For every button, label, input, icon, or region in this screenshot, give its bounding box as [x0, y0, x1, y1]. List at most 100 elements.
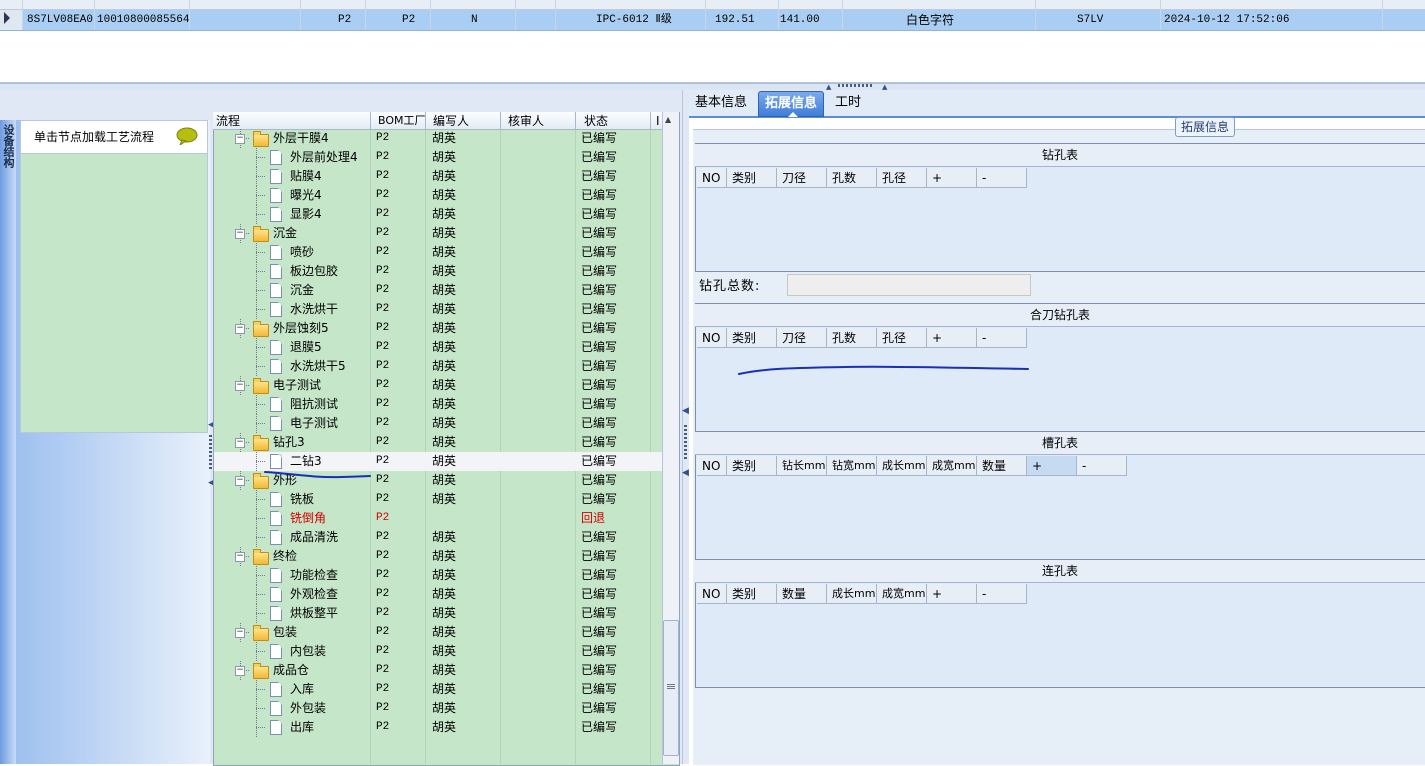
table-column-header[interactable]: -: [977, 328, 1027, 348]
tree-row[interactable]: 功能检查 P2 胡英 已编写: [214, 566, 662, 585]
tree-row[interactable]: 水洗烘干 P2 胡英 已编写: [214, 300, 662, 319]
table-column-header[interactable]: NO: [697, 168, 727, 188]
table-column-header[interactable]: 类别: [727, 456, 777, 476]
table-column-header[interactable]: 类别: [727, 584, 777, 604]
collapse-right-arrow-icon-2[interactable]: ◀: [682, 468, 689, 478]
collapse-minus-icon[interactable]: −: [235, 438, 245, 448]
column-header-bom-plant[interactable]: BOM工厂: [378, 113, 426, 129]
table-column-header[interactable]: 孔径: [877, 168, 927, 188]
table-column-header[interactable]: 成宽mm: [877, 584, 927, 604]
header-divider[interactable]: [650, 112, 651, 130]
tree-row[interactable]: 烘板整平 P2 胡英 已编写: [214, 604, 662, 623]
grid-cell-standard[interactable]: IPC-6012 Ⅱ级: [596, 10, 672, 30]
scrollbar-grip-icon[interactable]: [667, 684, 675, 690]
table-column-header[interactable]: -: [977, 584, 1027, 604]
tree-row[interactable]: 显影4 P2 胡英 已编写: [214, 205, 662, 224]
tree-row[interactable]: − 终检 P2 胡英 已编写: [214, 547, 662, 566]
vertical-tab-label[interactable]: 设备结构: [0, 124, 16, 168]
table-column-header[interactable]: -: [1077, 456, 1127, 476]
table-column-header[interactable]: 类别: [727, 168, 777, 188]
header-divider[interactable]: [575, 112, 576, 130]
column-header-status[interactable]: 状态: [584, 113, 608, 129]
grid-cell-width[interactable]: 192.51: [715, 10, 755, 30]
grid-cell-code[interactable]: 8S7LV08EA0: [27, 10, 93, 30]
table-column-header[interactable]: +: [927, 584, 977, 604]
tree-row[interactable]: 板边包胶 P2 胡英 已编写: [214, 262, 662, 281]
table-column-header[interactable]: 孔数: [827, 168, 877, 188]
table-column-header[interactable]: 数量: [777, 584, 827, 604]
table-column-header[interactable]: 孔数: [827, 328, 877, 348]
column-header-process[interactable]: 流程: [216, 113, 240, 129]
collapse-right-arrow-icon[interactable]: ◀: [682, 406, 689, 416]
grid-cell-plant[interactable]: P2: [338, 10, 351, 30]
node-area[interactable]: [20, 153, 208, 433]
tree-row[interactable]: − 沉金 P2 胡英 已编写: [214, 224, 662, 243]
collapse-minus-icon[interactable]: −: [235, 552, 245, 562]
table-column-header[interactable]: -: [977, 168, 1027, 188]
table-column-header[interactable]: +: [1027, 456, 1077, 476]
left-splitter-grip-icon[interactable]: [209, 435, 212, 471]
table-column-header[interactable]: 类别: [727, 328, 777, 348]
header-divider[interactable]: [370, 112, 371, 130]
table-column-header[interactable]: +: [927, 328, 977, 348]
tree-row[interactable]: − 外层蚀刻5 P2 胡英 已编写: [214, 319, 662, 338]
vertical-tab[interactable]: [0, 120, 16, 764]
tab-work-hours[interactable]: 工时: [829, 91, 867, 115]
header-divider[interactable]: [425, 112, 426, 130]
table-column-header[interactable]: 孔径: [877, 328, 927, 348]
tree-row[interactable]: 成品清洗 P2 胡英 已编写: [214, 528, 662, 547]
grid-cell-datetime[interactable]: 2024-10-12 17:52:06: [1164, 10, 1289, 30]
tree-row[interactable]: 阻抗测试 P2 胡英 已编写: [214, 395, 662, 414]
tree-row[interactable]: 贴膜4 P2 胡英 已编写: [214, 167, 662, 186]
table-column-header[interactable]: 钻宽mm: [827, 456, 877, 476]
header-divider[interactable]: [500, 112, 501, 130]
collapse-minus-icon[interactable]: −: [235, 229, 245, 239]
tree-row[interactable]: 铣板 P2 胡英 已编写: [214, 490, 662, 509]
table-column-header[interactable]: 成长mm: [827, 584, 877, 604]
tree-row[interactable]: 外包装 P2 胡英 已编写: [214, 699, 662, 718]
tree-row[interactable]: 入库 P2 胡英 已编写: [214, 680, 662, 699]
grid-cell-silkscreen[interactable]: 白色字符: [906, 10, 954, 30]
collapse-minus-icon[interactable]: −: [235, 134, 245, 144]
collapse-minus-icon[interactable]: −: [235, 381, 245, 391]
tree-row[interactable]: 出库 P2 胡英 已编写: [214, 718, 662, 737]
tree-row[interactable]: − 外层干膜4 P2 胡英 已编写: [214, 129, 662, 148]
tree-row[interactable]: 退膜5 P2 胡英 已编写: [214, 338, 662, 357]
tree-row[interactable]: 铣倒角 P2 回退: [214, 509, 662, 528]
tree-row[interactable]: 电子测试 P2 胡英 已编写: [214, 414, 662, 433]
tree-row[interactable]: − 包装 P2 胡英 已编写: [214, 623, 662, 642]
collapse-minus-icon[interactable]: −: [235, 324, 245, 334]
collapse-minus-icon[interactable]: −: [235, 628, 245, 638]
grid-cell-length[interactable]: 141.00: [780, 10, 820, 30]
tree-row[interactable]: 外观检查 P2 胡英 已编写: [214, 585, 662, 604]
tree-row[interactable]: − 电子测试 P2 胡英 已编写: [214, 376, 662, 395]
tree-row[interactable]: − 成品仓 P2 胡英 已编写: [214, 661, 662, 680]
table-column-header[interactable]: NO: [697, 328, 727, 348]
column-header-more[interactable]: I: [656, 113, 660, 129]
table-column-header[interactable]: 钻长mm: [777, 456, 827, 476]
grid-cell-number[interactable]: 10010800085564: [97, 10, 189, 30]
tree-row[interactable]: 内包装 P2 胡英 已编写: [214, 642, 662, 661]
table-column-header[interactable]: 成长mm: [877, 456, 927, 476]
table-column-header[interactable]: 数量: [977, 456, 1027, 476]
vertical-splitter-grip-icon[interactable]: [684, 425, 687, 461]
table-column-header[interactable]: 刀径: [777, 328, 827, 348]
table-column-header[interactable]: NO: [697, 584, 727, 604]
collapse-minus-icon[interactable]: −: [235, 476, 245, 486]
column-header-reviewer[interactable]: 核审人: [508, 113, 544, 129]
splitter-grip-icon[interactable]: [838, 84, 874, 87]
tree-row[interactable]: 外层前处理4 P2 胡英 已编写: [214, 148, 662, 167]
tab-basic-info[interactable]: 基本信息: [689, 91, 753, 115]
collapse-minus-icon[interactable]: −: [235, 666, 245, 676]
table-column-header[interactable]: 成宽mm: [927, 456, 977, 476]
tree-row[interactable]: 沉金 P2 胡英 已编写: [214, 281, 662, 300]
tree-row[interactable]: 水洗烘干5 P2 胡英 已编写: [214, 357, 662, 376]
scroll-up-arrow-icon[interactable]: ▲: [665, 115, 671, 124]
tree-row[interactable]: − 钻孔3 P2 胡英 已编写: [214, 433, 662, 452]
table-column-header[interactable]: NO: [697, 456, 727, 476]
table-column-header[interactable]: 刀径: [777, 168, 827, 188]
drill-total-field[interactable]: [787, 274, 1031, 296]
tree-row[interactable]: 喷砂 P2 胡英 已编写: [214, 243, 662, 262]
tree-row[interactable]: 曝光4 P2 胡英 已编写: [214, 186, 662, 205]
grid-cell-series[interactable]: S7LV: [1077, 10, 1103, 30]
